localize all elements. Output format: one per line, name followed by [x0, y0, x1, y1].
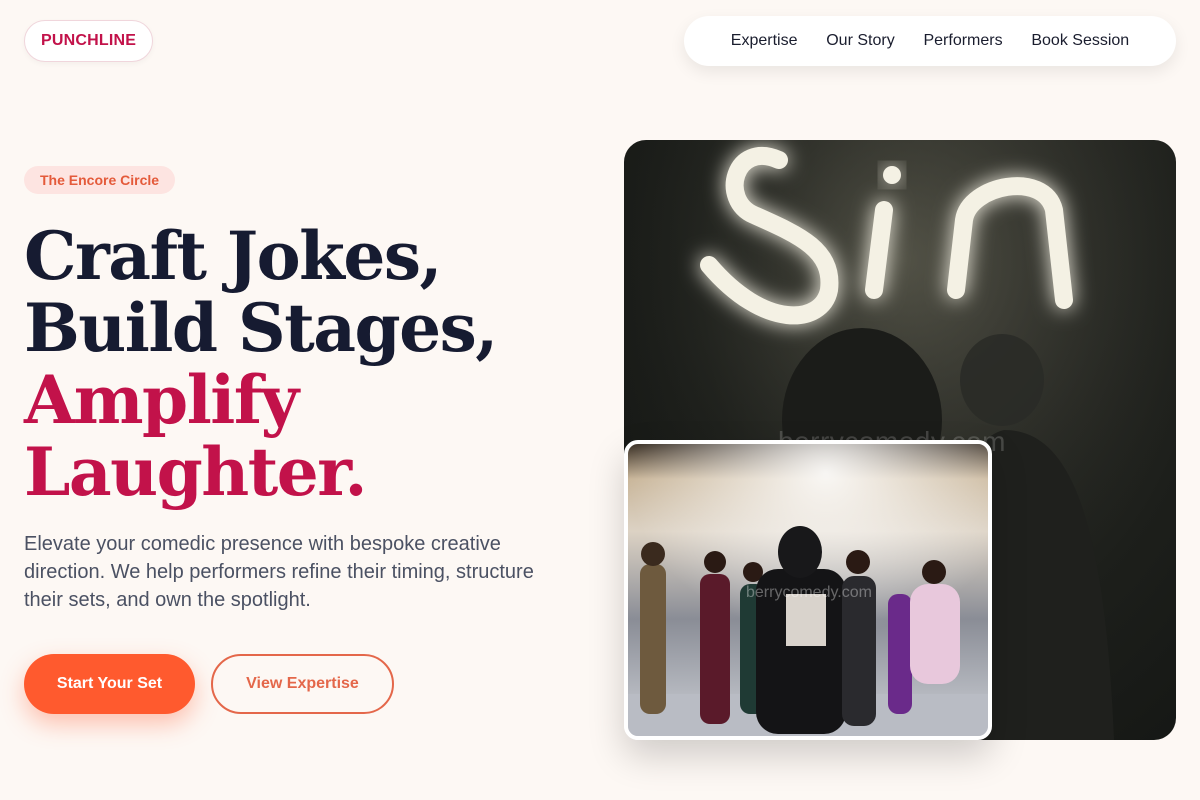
headline-line-1: Craft Jokes,	[24, 217, 443, 295]
headline-line-4: Laughter.	[24, 433, 367, 511]
headline-line-3: Amplify	[24, 361, 299, 439]
hero-badge: The Encore Circle	[24, 166, 176, 194]
view-expertise-button[interactable]: View Expertise	[211, 654, 394, 714]
headline-line-2: Build Stages,	[24, 289, 498, 367]
hero-headline: Craft Jokes, Build Stages, Amplify Laugh…	[24, 217, 498, 511]
main-nav: Expertise Our Story Performers Book Sess…	[684, 16, 1176, 66]
hero-inset-photo: berrycomedy.com	[624, 440, 992, 740]
nav-item-our-story[interactable]: Our Story	[826, 32, 894, 50]
nav-item-performers[interactable]: Performers	[923, 32, 1002, 50]
nav-item-expertise[interactable]: Expertise	[731, 32, 798, 50]
start-your-set-button[interactable]: Start Your Set	[24, 654, 195, 714]
inset-photo-watermark: berrycomedy.com	[746, 584, 872, 601]
nav-item-book-session[interactable]: Book Session	[1031, 32, 1129, 50]
brand-logo[interactable]: PUNCHLINE	[24, 20, 154, 62]
hero-subtext: Elevate your comedic presence with bespo…	[24, 533, 534, 611]
